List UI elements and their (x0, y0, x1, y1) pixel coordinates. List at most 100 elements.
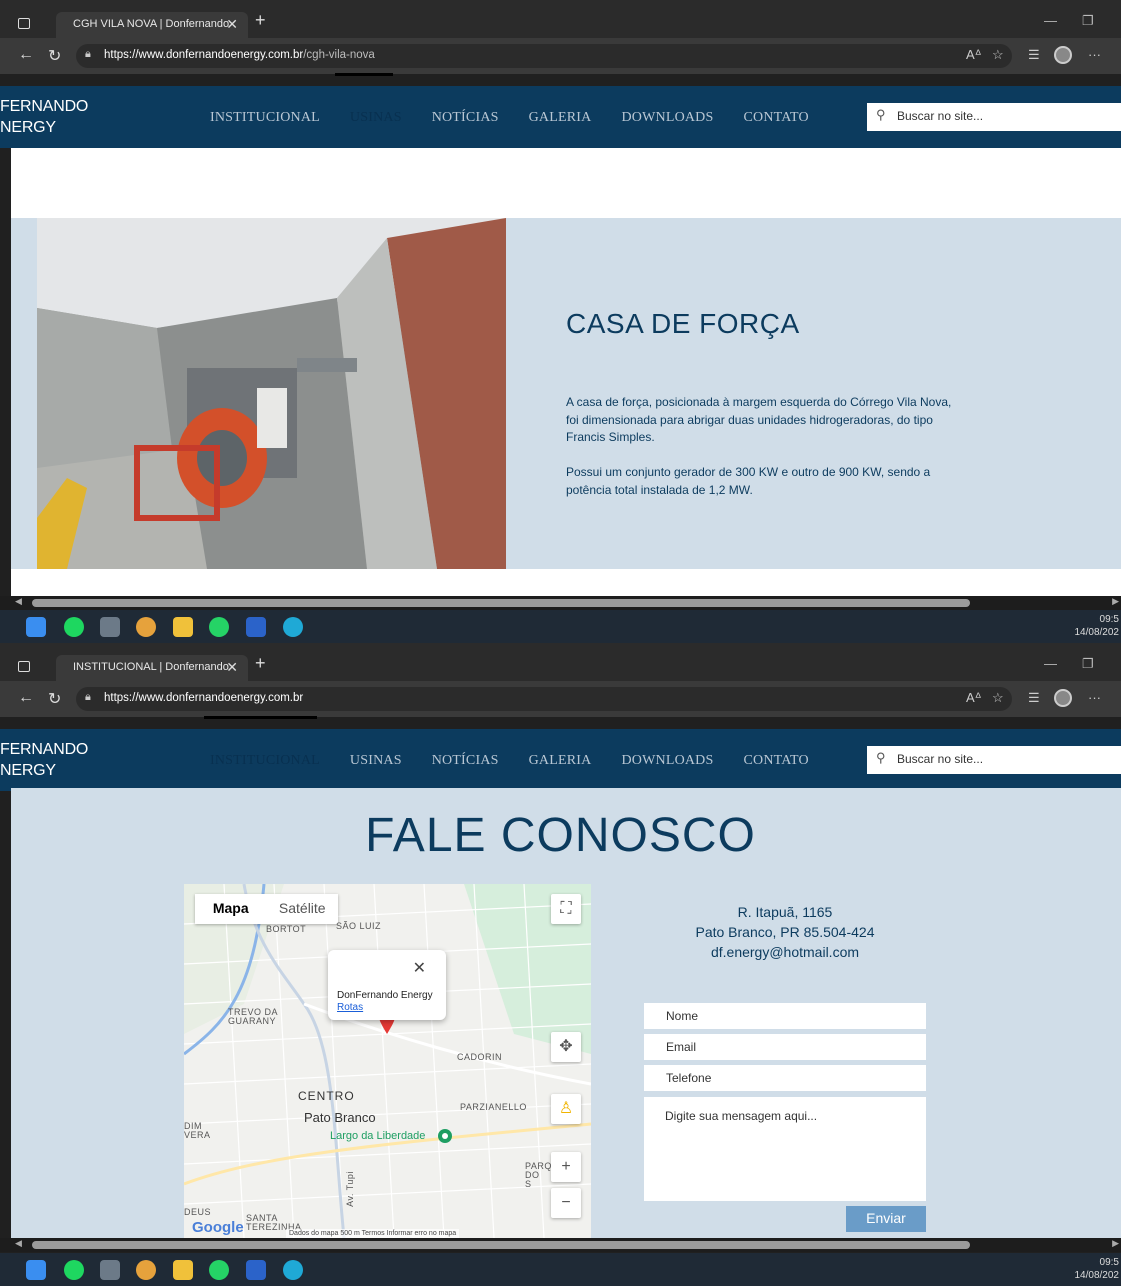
read-aloud-icon[interactable]: Aᐞ (966, 690, 982, 706)
scroll-right-icon[interactable]: ▶ (1112, 596, 1119, 607)
site-search-input[interactable]: ⚲ Buscar no site... (867, 103, 1121, 131)
site-logo[interactable]: FERNANDO NERGY (0, 739, 88, 781)
menu-item-noticias[interactable]: NOTÍCIAS (432, 753, 499, 769)
email-field[interactable]: Email (644, 1034, 926, 1060)
clock-date: 14/08/202 (1074, 627, 1120, 638)
favorites-icon[interactable]: ☰ (1028, 47, 1040, 63)
map-tab-mapa[interactable]: Mapa (195, 894, 267, 924)
phone-field[interactable]: Telefone (644, 1065, 926, 1091)
scroll-right-icon[interactable]: ▶ (1112, 1238, 1119, 1249)
powerhouse-photo (37, 218, 506, 569)
google-map[interactable]: Mapa Satélite ⛶ ✥ ♙ + − ✕ DonFernando En… (184, 884, 591, 1238)
map-footer[interactable]: Dados do mapa 500 m Termos Informar erro… (286, 1229, 460, 1238)
read-aloud-icon[interactable]: Aᐞ (966, 47, 982, 63)
profile-avatar-icon[interactable] (1054, 46, 1072, 64)
camera-control-icon[interactable]: ✥ (551, 1032, 581, 1062)
favorite-star-icon[interactable]: ☆ (992, 47, 1004, 63)
submit-button[interactable]: Enviar (846, 1206, 926, 1232)
popup-close-icon[interactable]: ✕ (413, 958, 426, 978)
logo-line-2: NERGY (0, 119, 56, 136)
profile-avatar-icon[interactable] (1054, 689, 1072, 707)
map-tab-satelite[interactable]: Satélite (267, 894, 339, 924)
word-icon[interactable] (246, 617, 266, 637)
edge-icon[interactable] (283, 1260, 303, 1280)
scrollbar-thumb[interactable] (32, 1241, 970, 1249)
restore-icon[interactable]: ❐ (1082, 13, 1094, 29)
calculator-icon[interactable] (100, 617, 120, 637)
clock[interactable]: 09:5 14/08/202 (1075, 1256, 1120, 1282)
word-icon[interactable] (246, 1260, 266, 1280)
start-icon[interactable] (26, 1260, 46, 1280)
menu-item-noticias[interactable]: NOTÍCIAS (432, 110, 499, 126)
tab-close-icon[interactable]: ✕ (226, 16, 238, 33)
tab-title: CGH VILA NOVA | Donfernando (73, 18, 230, 30)
new-tab-icon[interactable]: + (255, 653, 266, 674)
site-header: FERNANDO NERGY INSTITUCIONAL USINAS NOTÍ… (0, 86, 1121, 148)
tab-actions-icon[interactable] (18, 18, 30, 29)
page-spacer (11, 148, 1121, 218)
map-label: Av. Tupi (344, 1171, 355, 1207)
chrome-icon[interactable] (136, 1260, 156, 1280)
site-search-input[interactable]: ⚲ Buscar no site... (867, 746, 1121, 774)
refresh-icon[interactable]: ↻ (48, 46, 61, 66)
zoom-in-icon[interactable]: + (551, 1152, 581, 1182)
file-explorer-icon[interactable] (173, 1260, 193, 1280)
favorites-icon[interactable]: ☰ (1028, 690, 1040, 706)
url-host: https://www.donfernandoenergy.com.br (104, 49, 304, 61)
fullscreen-icon[interactable]: ⛶ (551, 894, 581, 924)
tab-cgh-vila-nova[interactable]: CGH VILA NOVA | Donfernando ✕ (56, 12, 248, 38)
tab-institucional[interactable]: INSTITUCIONAL | Donfernando ✕ (56, 655, 248, 681)
zoom-out-icon[interactable]: − (551, 1188, 581, 1218)
refresh-icon[interactable]: ↻ (48, 689, 61, 709)
restore-icon[interactable]: ❐ (1082, 656, 1094, 672)
menu-item-downloads[interactable]: DOWNLOADS (621, 753, 713, 769)
file-explorer-icon[interactable] (173, 617, 193, 637)
name-field[interactable]: Nome (644, 1003, 926, 1029)
menu-item-contato[interactable]: CONTATO (743, 753, 808, 769)
url-field[interactable]: 🔒︎ https://www.donfernandoenergy.com.br/… (76, 44, 1012, 68)
horizontal-scrollbar[interactable]: ◀ ▶ (0, 596, 1121, 610)
calculator-icon[interactable] (100, 1260, 120, 1280)
map-label: Largo da Liberdade (330, 1130, 426, 1142)
url-host: https://www.donfernandoenergy.com.br (104, 692, 304, 704)
whatsapp-icon[interactable] (209, 1260, 229, 1280)
back-icon[interactable]: ← (18, 46, 34, 64)
menu-item-downloads[interactable]: DOWNLOADS (621, 110, 713, 126)
tab-close-icon[interactable]: ✕ (226, 659, 238, 676)
clock[interactable]: 09:5 14/08/202 (1075, 613, 1120, 639)
more-menu-icon[interactable]: ··· (1088, 47, 1101, 62)
menu-item-institucional[interactable]: INSTITUCIONAL (210, 110, 320, 126)
menu-item-usinas[interactable]: USINAS (350, 753, 402, 769)
street-view-pegman-icon[interactable]: ♙ (551, 1094, 581, 1124)
chrome-icon[interactable] (136, 617, 156, 637)
contact-address-line-1: R. Itapuã, 1165 (737, 904, 833, 920)
popup-directions-link[interactable]: Rotas (337, 1002, 446, 1013)
new-tab-icon[interactable]: + (255, 10, 266, 31)
horizontal-scrollbar[interactable]: ◀ ▶ (0, 1238, 1121, 1252)
site-logo[interactable]: FERNANDO NERGY (0, 96, 88, 138)
start-icon[interactable] (26, 617, 46, 637)
favorite-star-icon[interactable]: ☆ (992, 690, 1004, 706)
menu-item-contato[interactable]: CONTATO (743, 110, 808, 126)
menu-item-galeria[interactable]: GALERIA (529, 753, 592, 769)
minimize-icon[interactable]: — (1044, 656, 1057, 671)
edge-icon[interactable] (283, 617, 303, 637)
spotify-icon[interactable] (64, 1260, 84, 1280)
active-menu-indicator (335, 73, 393, 76)
more-menu-icon[interactable]: ··· (1088, 690, 1101, 705)
minimize-icon[interactable]: — (1044, 13, 1057, 28)
window-top-strip (0, 0, 1121, 10)
back-icon[interactable]: ← (18, 689, 34, 707)
section-title: CASA DE FORÇA (566, 308, 800, 339)
scrollbar-thumb[interactable] (32, 599, 970, 607)
menu-item-institucional[interactable]: INSTITUCIONAL (210, 753, 320, 769)
tab-actions-icon[interactable] (18, 661, 30, 672)
message-field[interactable]: Digite sua mensagem aqui... (644, 1097, 926, 1201)
spotify-icon[interactable] (64, 617, 84, 637)
scroll-left-icon[interactable]: ◀ (15, 596, 22, 607)
scroll-left-icon[interactable]: ◀ (15, 1238, 22, 1249)
whatsapp-icon[interactable] (209, 617, 229, 637)
menu-item-galeria[interactable]: GALERIA (529, 110, 592, 126)
url-field[interactable]: 🔒︎ https://www.donfernandoenergy.com.br (76, 687, 1012, 711)
menu-item-usinas[interactable]: USINAS (350, 110, 402, 126)
